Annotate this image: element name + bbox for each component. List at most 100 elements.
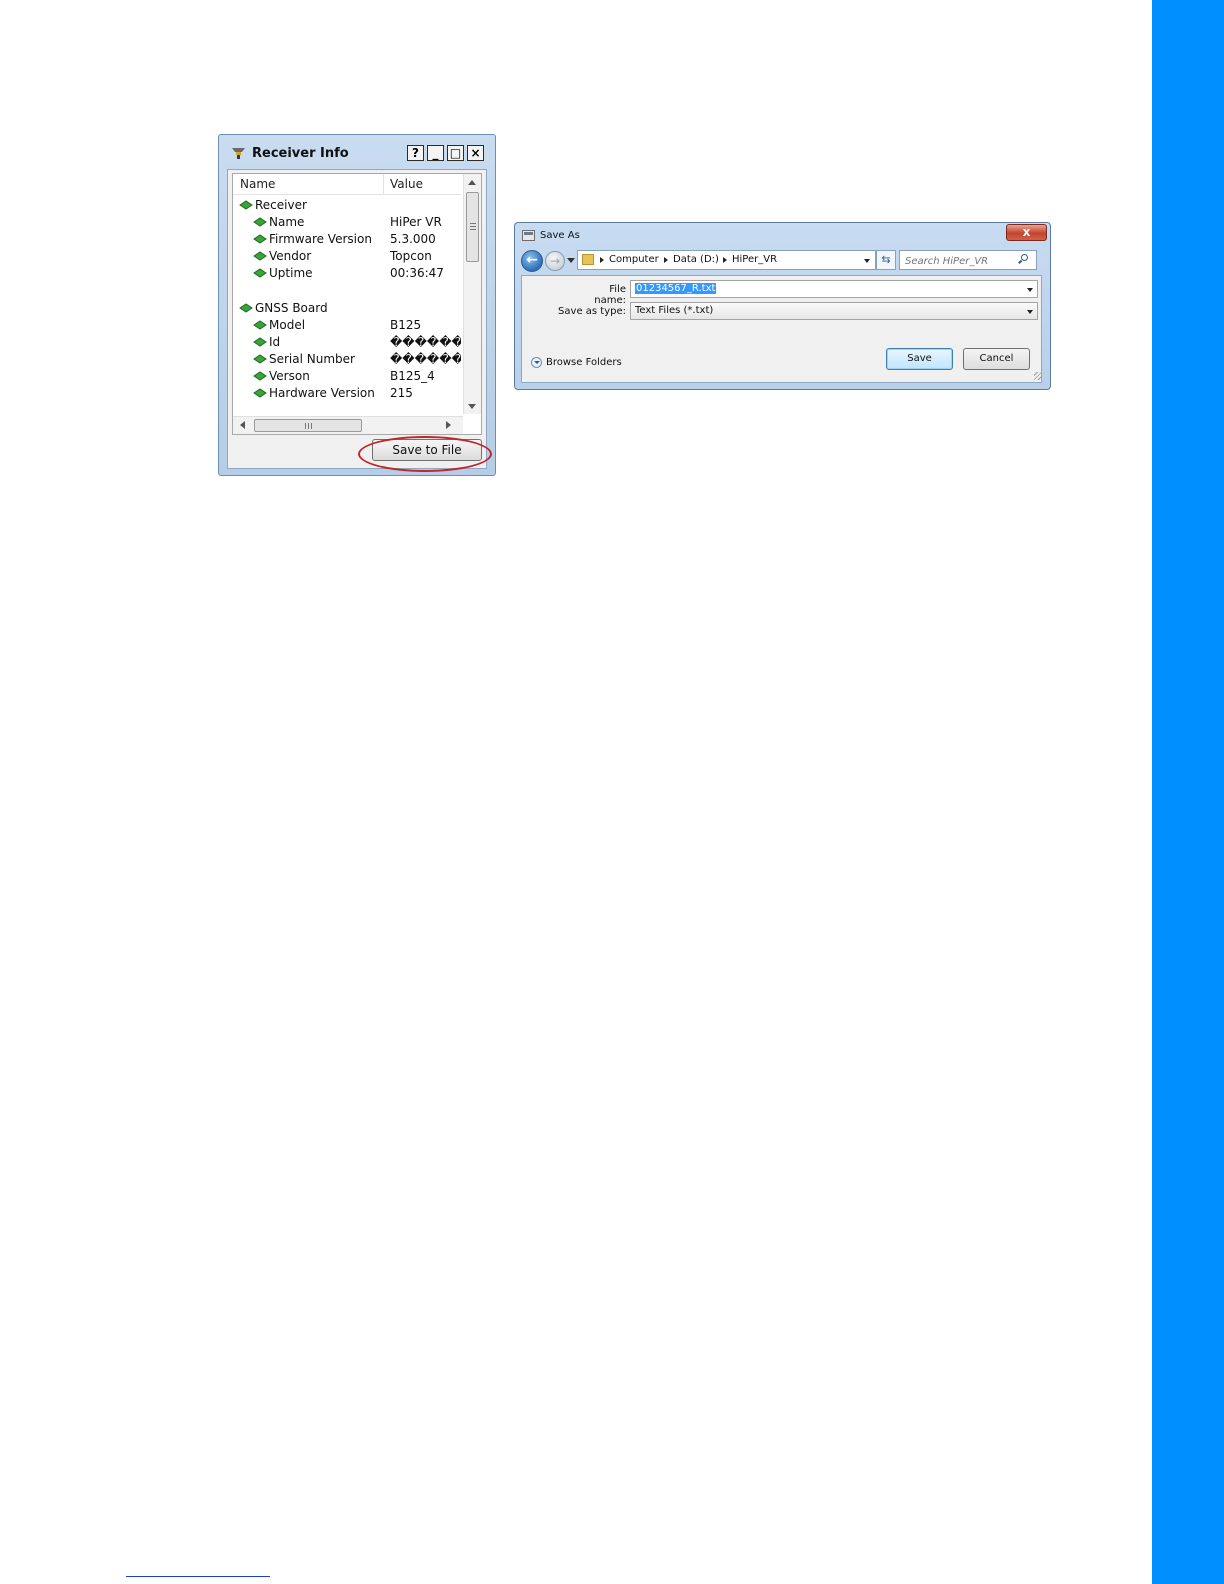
tree-item[interactable]: Hardware Version 215 bbox=[233, 385, 461, 402]
save-as-dialog: Save As x ← → Computer Data (D:) HiPer_V… bbox=[514, 222, 1051, 390]
tree-item-value: Topcon bbox=[390, 249, 432, 263]
tree-item-name: Model bbox=[269, 318, 306, 332]
maximize-icon: □ bbox=[449, 146, 462, 160]
tree-item[interactable]: Serial Number ������� bbox=[233, 351, 461, 368]
satellite-receiver-icon bbox=[232, 148, 245, 159]
save-type-label: Save as type: bbox=[558, 306, 626, 317]
tree-item[interactable]: Id ������� bbox=[233, 334, 461, 351]
scroll-down-arrow-icon[interactable] bbox=[468, 404, 476, 409]
scroll-up-arrow-icon[interactable] bbox=[468, 180, 476, 185]
refresh-button[interactable]: ⇆ bbox=[876, 250, 896, 270]
tree-node-icon bbox=[239, 200, 253, 210]
tree-item[interactable]: Firmware Version 5.3.000 bbox=[233, 231, 461, 248]
file-name-value: 01234567_R.txt bbox=[635, 283, 717, 294]
address-bar[interactable]: Computer Data (D:) HiPer_VR bbox=[577, 250, 876, 270]
receiver-info-titlebar: Receiver Info ? _ □ × bbox=[219, 135, 495, 169]
minimize-button[interactable]: _ bbox=[427, 145, 444, 161]
save-to-file-button[interactable]: Save to File bbox=[372, 439, 482, 461]
tree-item-name: Hardware Version bbox=[269, 386, 375, 400]
vertical-scrollbar[interactable] bbox=[463, 174, 481, 414]
help-button[interactable]: ? bbox=[407, 145, 424, 161]
save-as-body: File name: 01234567_R.txt Save as type: … bbox=[521, 275, 1042, 383]
breadcrumb-computer[interactable]: Computer bbox=[609, 254, 659, 265]
tree-group-label: Receiver bbox=[255, 198, 307, 212]
horizontal-scrollbar[interactable] bbox=[233, 416, 463, 434]
breadcrumb-chevron-icon[interactable] bbox=[664, 257, 668, 263]
vertical-scroll-thumb[interactable] bbox=[466, 192, 479, 262]
tree-item-name: Vendor bbox=[269, 249, 312, 263]
recent-locations-dropdown-icon[interactable] bbox=[567, 258, 575, 263]
tree-node-icon bbox=[253, 371, 267, 381]
chevron-down-icon[interactable] bbox=[1027, 310, 1033, 314]
tree-node-icon bbox=[253, 268, 267, 278]
tree-item-value: 00:36:47 bbox=[390, 266, 444, 280]
tree-node-icon bbox=[253, 320, 267, 330]
browse-folders-toggle[interactable]: Browse Folders bbox=[546, 357, 622, 368]
save-type-select[interactable]: Text Files (*.txt) bbox=[630, 302, 1038, 320]
breadcrumb-data-drive[interactable]: Data (D:) bbox=[673, 254, 719, 265]
tree-item[interactable]: Vendor Topcon bbox=[233, 248, 461, 265]
save-button[interactable]: Save bbox=[886, 348, 953, 370]
receiver-info-tree[interactable]: Name Value Receiver Name HiPer VR Firmwa… bbox=[232, 173, 482, 435]
tree-node-icon bbox=[253, 354, 267, 364]
back-arrow-icon: ← bbox=[526, 252, 538, 268]
tree-node-icon bbox=[239, 303, 253, 313]
forward-button[interactable]: → bbox=[545, 251, 565, 271]
search-input[interactable] bbox=[899, 250, 1037, 270]
breadcrumb-chevron-icon[interactable] bbox=[600, 257, 604, 263]
breadcrumb-chevron-icon[interactable] bbox=[723, 257, 727, 263]
tree-group-label: GNSS Board bbox=[255, 301, 328, 315]
tree-item-value: B125 bbox=[390, 318, 422, 332]
tree-node-icon bbox=[253, 388, 267, 398]
tree-item-value: ������� bbox=[390, 335, 461, 349]
column-header-value[interactable]: Value bbox=[383, 174, 461, 194]
file-name-field[interactable]: 01234567_R.txt bbox=[630, 280, 1038, 298]
tree-node-icon bbox=[253, 234, 267, 244]
tree-item-name: Id bbox=[269, 335, 281, 349]
tree-item-value: 5.3.000 bbox=[390, 232, 436, 246]
breadcrumb-hiper-vr[interactable]: HiPer_VR bbox=[732, 254, 777, 265]
close-button[interactable]: × bbox=[467, 145, 484, 161]
tree-node-icon bbox=[253, 251, 267, 261]
refresh-icon: ⇆ bbox=[881, 253, 891, 266]
search-icon[interactable] bbox=[1021, 254, 1028, 261]
tree-item-value: 215 bbox=[390, 386, 413, 400]
tree-item-name: Serial Number bbox=[269, 352, 355, 366]
tree-group-gnss-board[interactable]: GNSS Board bbox=[233, 300, 461, 317]
maximize-button[interactable]: □ bbox=[447, 145, 464, 161]
tree-item-value: B125_4 bbox=[390, 369, 435, 383]
column-header-name[interactable]: Name bbox=[240, 177, 275, 191]
tree-node-icon bbox=[253, 217, 267, 227]
horizontal-scroll-thumb[interactable] bbox=[254, 419, 362, 432]
dialog-app-icon bbox=[522, 230, 535, 241]
tree-item-name: Verson bbox=[269, 369, 310, 383]
footnote-rule bbox=[126, 1576, 270, 1577]
tree-item-name: Firmware Version bbox=[269, 232, 372, 246]
receiver-info-client: Name Value Receiver Name HiPer VR Firmwa… bbox=[227, 169, 487, 469]
tree-item-value: HiPer VR bbox=[390, 215, 442, 229]
tree-header: Name Value bbox=[233, 174, 461, 195]
tree-item[interactable]: Verson B125_4 bbox=[233, 368, 461, 385]
expand-circle-icon[interactable] bbox=[531, 357, 542, 368]
tree-node-icon bbox=[253, 337, 267, 347]
save-as-title: Save As bbox=[540, 230, 580, 241]
cancel-button[interactable]: Cancel bbox=[963, 348, 1030, 370]
scroll-right-arrow-icon[interactable] bbox=[446, 421, 451, 429]
close-button[interactable]: x bbox=[1006, 224, 1047, 241]
tree-item[interactable]: Model B125 bbox=[233, 317, 461, 334]
file-name-label: File name: bbox=[594, 284, 626, 306]
tree-item-name: Uptime bbox=[269, 266, 313, 280]
tree-item[interactable]: Uptime 00:36:47 bbox=[233, 265, 461, 282]
receiver-info-window: Receiver Info ? _ □ × Name Value Receive… bbox=[218, 134, 496, 476]
resize-grip-icon[interactable] bbox=[1034, 372, 1042, 380]
minimize-icon: _ bbox=[432, 146, 439, 160]
tree-group-receiver[interactable]: Receiver bbox=[233, 197, 461, 214]
tree-item-value: ������� bbox=[390, 352, 461, 366]
forward-arrow-icon: → bbox=[549, 254, 561, 268]
chevron-down-icon[interactable] bbox=[1027, 288, 1033, 292]
scroll-left-arrow-icon[interactable] bbox=[240, 421, 245, 429]
address-dropdown-icon[interactable] bbox=[864, 259, 870, 263]
back-button[interactable]: ← bbox=[521, 250, 543, 272]
help-icon: ? bbox=[412, 146, 419, 160]
tree-item[interactable]: Name HiPer VR bbox=[233, 214, 461, 231]
